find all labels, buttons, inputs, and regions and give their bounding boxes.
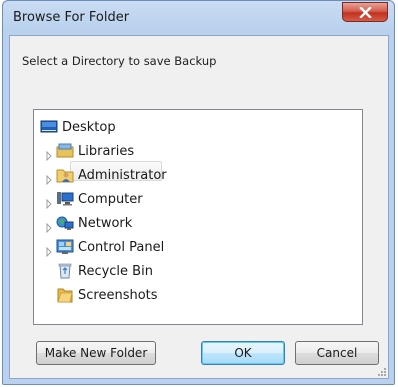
- tree-item-computer[interactable]: Computer: [44, 188, 143, 210]
- instruction-text: Select a Directory to save Backup: [22, 54, 217, 68]
- title-bar[interactable]: Browse For Folder: [3, 1, 394, 35]
- browse-for-folder-dialog: Browse For Folder Select a Directory to …: [2, 0, 395, 385]
- recycle-bin-icon: [56, 263, 74, 279]
- folder-tree[interactable]: Desktop Libraries Administrator Computer…: [33, 109, 363, 325]
- computer-icon: [56, 191, 74, 207]
- tree-item-desktop[interactable]: Desktop: [40, 116, 116, 138]
- close-icon: [359, 7, 372, 18]
- resize-grip-icon[interactable]: [376, 366, 386, 376]
- folder-icon: [56, 287, 74, 303]
- tree-item-label: Computer: [78, 191, 143, 207]
- close-button[interactable]: [342, 2, 388, 22]
- expand-arrow-icon[interactable]: [44, 170, 54, 186]
- tree-item-control-panel[interactable]: Control Panel: [44, 236, 164, 258]
- ok-button[interactable]: OK: [201, 341, 285, 365]
- tree-item-label: Screenshots: [78, 287, 158, 303]
- control-panel-icon: [56, 239, 74, 255]
- tree-item-label: Administrator: [78, 167, 167, 183]
- expand-arrow-icon[interactable]: [44, 146, 54, 162]
- tree-item-administrator[interactable]: Administrator: [44, 164, 167, 186]
- tree-item-label: Control Panel: [78, 239, 165, 255]
- tree-item-label: Libraries: [78, 143, 135, 159]
- libraries-icon: [56, 143, 74, 159]
- dialog-body: Select a Directory to save Backup Deskto…: [9, 35, 389, 379]
- tree-item-libraries[interactable]: Libraries: [44, 140, 134, 162]
- window-title: Browse For Folder: [13, 10, 130, 25]
- tree-item-label: Desktop: [62, 119, 116, 135]
- tree-item-label: Network: [78, 215, 133, 231]
- cancel-button[interactable]: Cancel: [295, 341, 379, 365]
- tree-item-network[interactable]: Network: [44, 212, 132, 234]
- network-icon: [56, 215, 74, 231]
- expand-arrow-icon[interactable]: [44, 242, 54, 258]
- tree-item-label: Recycle Bin: [78, 263, 153, 279]
- tree-item-recycle-bin[interactable]: Recycle Bin: [56, 260, 153, 282]
- user-folder-icon: [56, 167, 74, 183]
- desktop-icon: [40, 119, 58, 135]
- expand-arrow-icon[interactable]: [44, 218, 54, 234]
- tree-item-screenshots[interactable]: Screenshots: [56, 284, 158, 306]
- make-new-folder-button[interactable]: Make New Folder: [36, 341, 156, 365]
- expand-arrow-icon[interactable]: [44, 194, 54, 210]
